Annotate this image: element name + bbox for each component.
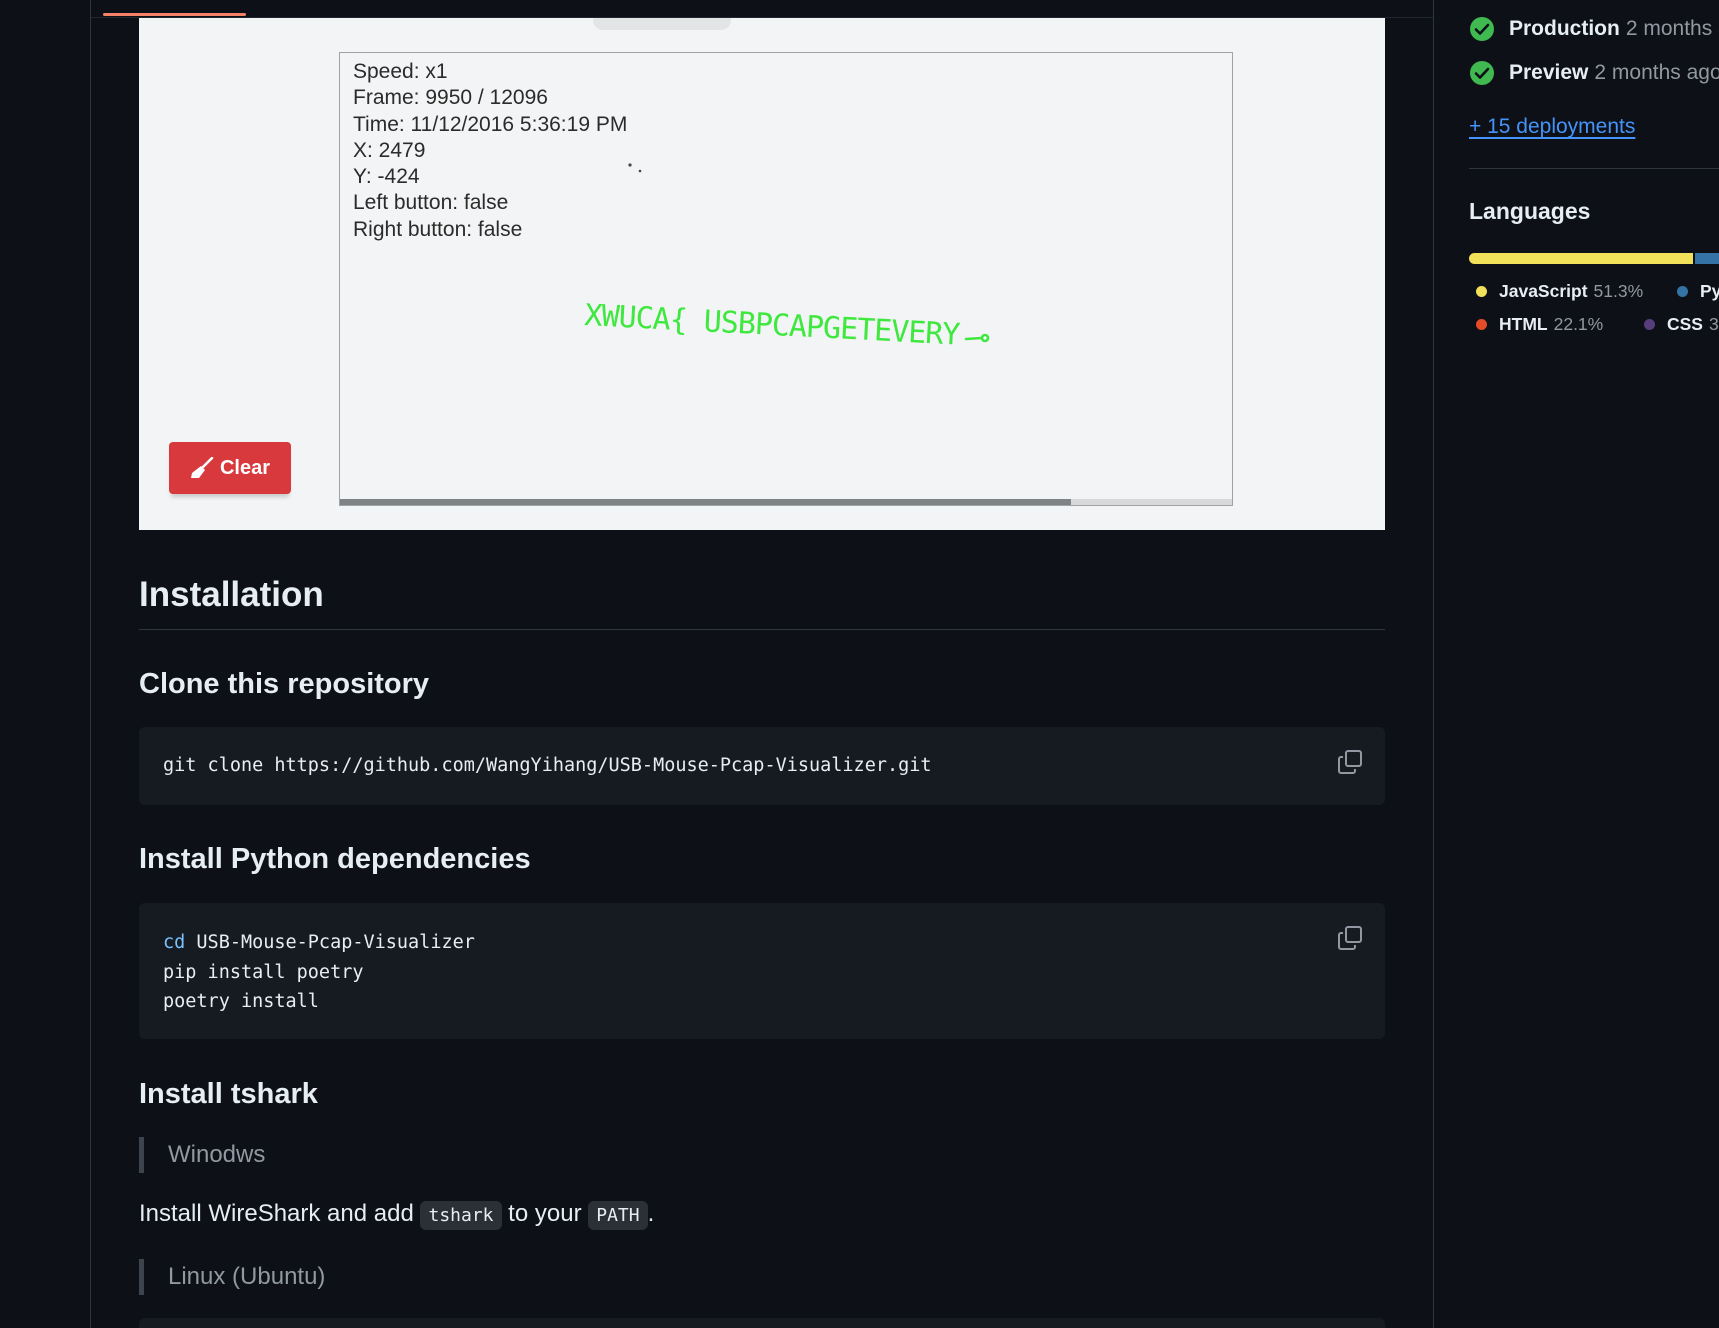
clear-button[interactable]: Clear (169, 442, 291, 494)
clone-command: git clone https://github.com/WangYihang/… (163, 755, 932, 776)
clear-button-label: Clear (219, 456, 271, 479)
lang-name: Py (1700, 281, 1719, 301)
readme-tab-strip (91, 0, 1433, 18)
tshark-code: tshark (420, 1201, 502, 1230)
lang-javascript[interactable]: JavaScript 51.3% (1476, 281, 1643, 302)
windows-quote: Winodws (139, 1137, 265, 1173)
deployment-name: Preview (1509, 61, 1589, 84)
linux-quote: Linux (Ubuntu) (139, 1259, 325, 1295)
pip-command: pip install poetry (163, 961, 364, 983)
lang-python[interactable]: Py (1677, 281, 1719, 302)
deployment-time: 2 months ago (1625, 17, 1719, 40)
path-code: PATH (588, 1201, 648, 1230)
cd-keyword: cd (163, 932, 186, 953)
deps-code-block: cd USB-Mouse-Pcap-Visualizer pip install… (139, 903, 1385, 1039)
lang-bar-javascript (1469, 253, 1693, 264)
lang-percent: 51.3% (1593, 281, 1644, 301)
lang-name: CSS (1667, 314, 1703, 334)
repo-sidebar: Production 2 months ago Preview 2 months… (1432, 0, 1719, 1328)
drawing-canvas: Speed: x1 Frame: 9950 / 12096 Time: 11/1… (339, 52, 1233, 506)
readme-column: Speed: x1 Frame: 9950 / 12096 Time: 11/1… (90, 0, 1434, 1328)
css-dot (1644, 319, 1655, 330)
copy-icon[interactable] (1337, 925, 1363, 951)
python-dot (1677, 286, 1688, 297)
installation-heading: Installation (139, 575, 324, 614)
playback-scroll-thumb[interactable] (340, 499, 1072, 505)
windows-text-middle: to your (501, 1200, 589, 1227)
demo-top-button (593, 18, 731, 30)
heading-divider (139, 629, 1385, 630)
lang-html[interactable]: HTML 22.1% (1476, 314, 1603, 335)
lang-css[interactable]: CSS 3 (1644, 314, 1719, 335)
tshark-heading: Install tshark (139, 1078, 318, 1110)
lang-name: JavaScript (1499, 281, 1588, 301)
demo-screenshot: Speed: x1 Frame: 9950 / 12096 Time: 11/1… (139, 18, 1385, 530)
deps-commands: cd USB-Mouse-Pcap-Visualizer pip install… (163, 928, 475, 1017)
linux-code-block (139, 1318, 1385, 1328)
broom-icon (190, 457, 214, 478)
handwritten-flag: XWUCA{ USBPCAPGETEVERY (584, 298, 962, 353)
more-deployments-link[interactable]: + 15 deployments (1469, 115, 1635, 139)
deployment-production[interactable]: Production 2 months ago (1469, 16, 1719, 42)
deps-heading: Install Python dependencies (139, 843, 531, 875)
active-tab-indicator (103, 13, 246, 16)
check-circle-icon (1470, 61, 1494, 85)
clone-heading: Clone this repository (139, 668, 430, 700)
languages-bar (1469, 253, 1719, 264)
deployment-preview[interactable]: Preview 2 months ago (1469, 60, 1719, 86)
lang-name: HTML (1499, 314, 1548, 334)
windows-text-before: Install WireShark and add (139, 1200, 421, 1227)
languages-title: Languages (1469, 198, 1591, 224)
poetry-command: poetry install (163, 991, 319, 1012)
check-circle-icon (1470, 17, 1494, 41)
windows-text-after: . (647, 1200, 655, 1227)
playback-scrollbar[interactable] (340, 499, 1232, 505)
lang-bar-python (1695, 253, 1719, 264)
mouse-trace-drawing: XWUCA{ USBPCAPGETEVERY (584, 163, 990, 353)
javascript-dot (1476, 286, 1487, 297)
lang-percent: 22.1% (1553, 314, 1604, 334)
html-dot (1476, 319, 1487, 330)
deployment-name: Production (1509, 17, 1620, 40)
clone-code-block: git clone https://github.com/WangYihang/… (139, 727, 1385, 805)
copy-icon[interactable] (1337, 749, 1363, 775)
sidebar-divider (1469, 168, 1719, 169)
deployment-time: 2 months ago (1594, 61, 1719, 84)
lang-percent: 3 (1708, 314, 1719, 334)
cd-argument: USB-Mouse-Pcap-Visualizer (185, 932, 475, 953)
windows-instructions: Install WireShark and add tshark to your… (139, 1200, 655, 1230)
